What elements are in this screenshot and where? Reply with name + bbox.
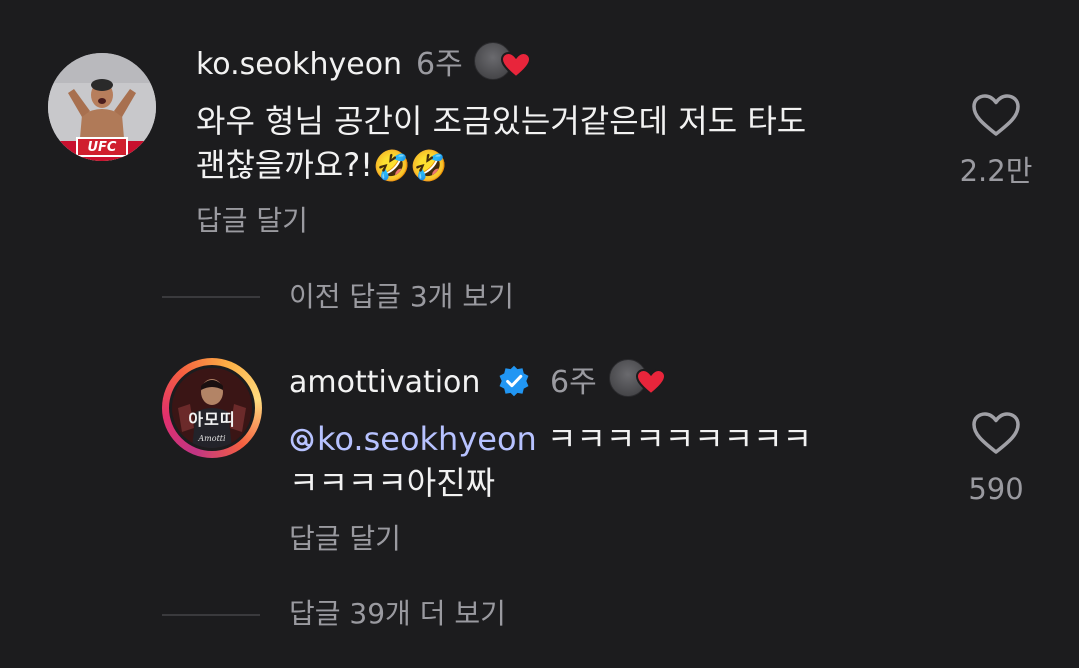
- ufc-logo: UFC: [76, 137, 128, 157]
- mention-link[interactable]: ko.seokhyeon: [289, 420, 537, 458]
- comment-text-line-1-rest: ㅋㅋㅋㅋㅋㅋㅋㅋㅋ: [536, 420, 812, 458]
- comment-text-line-1: ko.seokhyeon ㅋㅋㅋㅋㅋㅋㅋㅋㅋ: [289, 417, 812, 461]
- avatar-ko-seokhyeon[interactable]: UFC: [48, 53, 156, 161]
- reply-button[interactable]: 답글 달기: [289, 525, 401, 553]
- ufc-logo-text: UFC: [87, 139, 117, 155]
- heart-filled-icon: [635, 368, 667, 396]
- comment-time: 6주: [416, 47, 463, 82]
- verified-badge-icon: [497, 364, 531, 402]
- thread-line: [162, 296, 260, 298]
- like-button[interactable]: [970, 92, 1022, 138]
- avatar-logo-sub-text: Amotti: [198, 434, 226, 443]
- comment-username[interactable]: ko.seokhyeon: [196, 50, 402, 80]
- comment-text-line-1: 와우 형님 공간이 조금있는거같은데 저도 타도: [196, 102, 807, 140]
- comment-time: 6주: [550, 365, 597, 400]
- creator-liked-indicator: [609, 359, 673, 399]
- avatar-amottivation[interactable]: 아모띠 Amotti: [169, 365, 255, 451]
- heart-outline-icon: [972, 94, 1020, 136]
- comment-text-line-2: ㅋㅋㅋㅋ아진짜: [289, 464, 496, 502]
- thread-line: [162, 614, 260, 616]
- like-button[interactable]: [970, 410, 1022, 456]
- like-count: 2.2만: [959, 154, 1033, 188]
- avatar-logo-sub: Amotti: [172, 426, 252, 445]
- view-previous-replies-button[interactable]: 이전 답글 3개 보기: [289, 283, 514, 311]
- creator-liked-indicator: [474, 42, 538, 82]
- reply-button[interactable]: 답글 달기: [196, 207, 308, 235]
- heart-outline-icon: [972, 412, 1020, 454]
- mention-username: ko.seokhyeon: [317, 420, 537, 458]
- threads-icon: [290, 428, 314, 452]
- comment-text-line-2-text: 괜찮을까요?!: [196, 146, 374, 184]
- heart-filled-icon: [500, 51, 532, 79]
- like-count: 590: [968, 472, 1024, 506]
- comment-text-line-2: 괜찮을까요?!🤣🤣: [196, 143, 448, 189]
- laughing-emoji: 🤣🤣: [373, 149, 448, 184]
- comment-username[interactable]: amottivation: [289, 368, 480, 398]
- view-more-replies-button[interactable]: 답글 39개 더 보기: [289, 600, 506, 628]
